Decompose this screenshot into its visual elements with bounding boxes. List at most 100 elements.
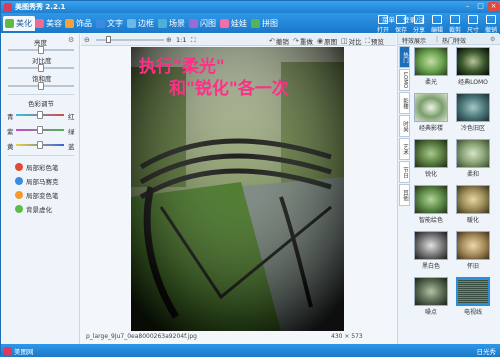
yellow-blue-slider[interactable] — [16, 141, 64, 149]
redo-action[interactable]: ↷ 重做 — [293, 36, 313, 46]
brightness-slider[interactable] — [8, 46, 74, 54]
divider — [8, 94, 74, 95]
resize-button[interactable]: 尺寸 — [464, 15, 482, 34]
effect-thumbnail — [414, 185, 448, 214]
hot-effects-label[interactable]: 热门特效 — [442, 36, 466, 45]
effect-nostalgia[interactable]: 怀旧 — [454, 231, 492, 270]
tab-doll[interactable]: 娃娃 — [218, 16, 250, 31]
effect-sharpen[interactable]: 锐化 — [412, 139, 450, 178]
fit-icon[interactable]: ⛶ — [191, 36, 196, 45]
effects-showcase-label[interactable]: 特效展示 — [402, 36, 426, 45]
share-button[interactable]: 分享 — [410, 15, 428, 34]
tab-text[interactable]: 文字 — [94, 16, 126, 31]
tool-mosaic[interactable]: 局部马赛克 — [15, 176, 59, 186]
effect-tv-lines[interactable]: 电视线 — [454, 277, 492, 316]
tab-ornament[interactable]: 饰品 — [63, 16, 95, 31]
app-logo-icon — [4, 3, 12, 11]
vtab-fashion[interactable]: 时尚 — [399, 115, 410, 137]
zoom-slider[interactable] — [96, 36, 164, 43]
tool-background-blur[interactable]: 背景虚化 — [15, 204, 52, 214]
recolor-pen-icon — [15, 191, 23, 199]
open-button[interactable]: 打开 — [374, 15, 392, 34]
original-action[interactable]: ◉ 原图 — [317, 36, 337, 46]
tab-scene[interactable]: 场景 — [156, 16, 188, 31]
tool-color-pen[interactable]: 局部彩色笔 — [15, 162, 59, 172]
undo-action[interactable]: ↶ 撤销 — [269, 36, 289, 46]
close-button[interactable]: × — [488, 2, 499, 11]
effect-soft-light[interactable]: 柔光 — [412, 47, 450, 86]
vtab-studio[interactable]: 影楼 — [399, 92, 410, 114]
edit-button[interactable]: 编辑 — [428, 15, 446, 34]
effect-classic-studio[interactable]: 经典影楼 — [412, 93, 450, 132]
vtab-other[interactable]: 其他 — [399, 184, 410, 206]
photo-canvas[interactable]: 执行"柔光" 和"锐化"各一次 — [131, 47, 344, 331]
taskbar-app[interactable]: 美图网 — [4, 346, 34, 356]
canvas-area: ⊖ ⊕ 1:1 ⛶ ↶ 撤销 ↷ 重做 ◉ 原图 ◫ 对比 ⛶ 预览 执行"柔光… — [81, 34, 396, 344]
slider-knob[interactable] — [37, 141, 43, 149]
title-bar: 美图秀秀 2.2.1 – □ × — [1, 1, 500, 13]
file-name: p_large_9Ju7_0ea8000263a9204f.jpg — [86, 333, 197, 340]
tool-recolor-pen[interactable]: 局部变色笔 — [15, 190, 59, 200]
magenta-green-slider[interactable] — [16, 126, 64, 134]
flash-icon — [189, 19, 198, 28]
slider-knob[interactable] — [37, 126, 43, 134]
undo-icon — [486, 15, 496, 24]
resize-icon — [468, 15, 478, 24]
effect-black-white[interactable]: 黑白色 — [412, 231, 450, 270]
preview-action[interactable]: ⛶ 预览 — [365, 36, 384, 47]
saturation-slider[interactable] — [8, 82, 74, 90]
effect-thumbnail — [456, 47, 490, 76]
zoom-knob[interactable] — [106, 36, 111, 43]
settings-icon[interactable]: ⚙ — [490, 36, 495, 43]
slider-knob[interactable] — [38, 64, 44, 72]
color-pen-icon — [15, 163, 23, 171]
effect-thumbnail — [414, 231, 448, 260]
effect-smart-color[interactable]: 智能绘色 — [412, 185, 450, 224]
blur-icon — [15, 205, 23, 213]
effect-classic-lomo[interactable]: 经典LOMO — [454, 47, 492, 86]
vtab-lomo[interactable]: LOMO — [399, 69, 410, 91]
original-icon: ◉ — [317, 37, 324, 45]
save-icon — [396, 15, 406, 24]
contrast-slider[interactable] — [8, 64, 74, 72]
scene-icon — [158, 19, 167, 28]
effect-cool-old[interactable]: 冷色旧区 — [454, 93, 492, 132]
slider-knob[interactable] — [38, 82, 44, 90]
red-label: 红 — [68, 113, 75, 121]
tab-beauty[interactable]: 美容 — [33, 16, 65, 31]
compare-action[interactable]: ◫ 对比 — [341, 36, 362, 46]
share-icon — [414, 15, 424, 24]
tab-beautify[interactable]: 美化 — [3, 16, 35, 31]
zoom-ratio[interactable]: 1:1 — [176, 36, 186, 44]
effects-header: 特效展示 | 热门特效 ⚙ — [398, 34, 500, 45]
effect-thumbnail — [456, 93, 490, 122]
save-button[interactable]: 保存 — [392, 15, 410, 34]
effect-warm[interactable]: 暖化 — [454, 185, 492, 224]
crop-button[interactable]: 裁剪 — [446, 15, 464, 34]
maximize-button[interactable]: □ — [475, 2, 486, 11]
effect-thumbnail — [456, 185, 490, 214]
effect-soft[interactable]: 柔和 — [454, 139, 492, 178]
tab-flash[interactable]: 闪图 — [187, 16, 219, 31]
vtab-art[interactable]: 艺术 — [399, 138, 410, 160]
tab-frame[interactable]: 边框 — [125, 16, 157, 31]
palette-icon — [5, 19, 14, 28]
face-icon — [35, 19, 44, 28]
ornament-icon — [65, 19, 74, 28]
slider-knob[interactable] — [37, 111, 43, 119]
zoom-in-button[interactable]: ⊕ — [166, 36, 172, 44]
slider-knob[interactable] — [38, 46, 44, 54]
yellow-label: 黄 — [7, 143, 14, 151]
settings-icon[interactable]: ⚙ — [68, 36, 74, 44]
minimize-button[interactable]: – — [462, 2, 473, 11]
undo-button[interactable]: 撤销 — [482, 15, 500, 34]
divider — [8, 155, 74, 156]
zoom-in-icon: ⊕ — [166, 36, 172, 44]
vtab-festival[interactable]: 节日 — [399, 161, 410, 183]
zoom-out-button[interactable]: ⊖ — [84, 36, 90, 44]
cyan-red-slider[interactable] — [16, 111, 64, 119]
header-divider: | — [436, 36, 439, 43]
tab-puzzle[interactable]: 拼图 — [249, 16, 281, 31]
vtab-hot[interactable]: 热门 — [399, 46, 410, 68]
effect-noise[interactable]: 噪点 — [412, 277, 450, 316]
